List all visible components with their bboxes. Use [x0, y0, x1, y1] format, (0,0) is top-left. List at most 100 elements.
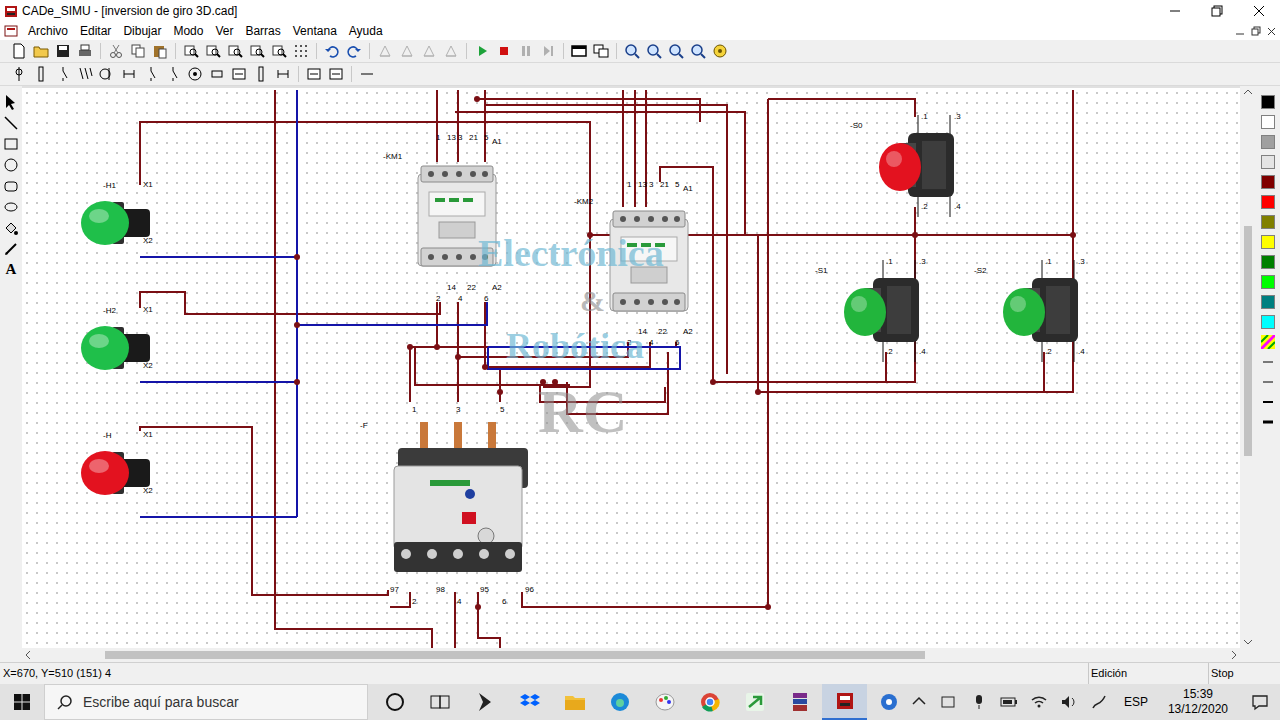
- toolbar-button[interactable]: [52, 64, 74, 84]
- toolbar-button[interactable]: [228, 64, 250, 84]
- tray-item[interactable]: [940, 693, 958, 711]
- toolbar-button[interactable]: [246, 41, 268, 61]
- toolbar-button[interactable]: [30, 64, 52, 84]
- toolbar-button[interactable]: [290, 41, 312, 61]
- taskbar-app[interactable]: [507, 684, 552, 720]
- toolbar-button[interactable]: [8, 41, 30, 61]
- toolbar-button[interactable]: [105, 41, 127, 61]
- toolbar-button[interactable]: [321, 41, 343, 61]
- toolbar-button[interactable]: [621, 41, 643, 61]
- toolbar-button[interactable]: [8, 64, 30, 84]
- pushbutton[interactable]: [878, 127, 958, 203]
- pushbutton[interactable]: [843, 272, 923, 348]
- color-swatch[interactable]: [1261, 195, 1275, 209]
- toolbar-button[interactable]: [471, 41, 493, 61]
- tool-button[interactable]: [2, 157, 20, 173]
- menu-item[interactable]: Editar: [74, 22, 117, 40]
- tray-item[interactable]: [1000, 693, 1018, 711]
- color-swatch[interactable]: [1261, 255, 1275, 269]
- toolbar-button[interactable]: [356, 64, 378, 84]
- toolbar-button[interactable]: [303, 64, 325, 84]
- toolbar-button[interactable]: [418, 41, 440, 61]
- tool-button[interactable]: [2, 136, 20, 152]
- tool-button[interactable]: [2, 199, 20, 215]
- toolbar-button[interactable]: [537, 41, 559, 61]
- toolbar-button[interactable]: [180, 41, 202, 61]
- tray-item[interactable]: [880, 693, 898, 711]
- color-swatch[interactable]: [1261, 215, 1275, 229]
- tool-button[interactable]: [2, 241, 20, 257]
- toolbar-button[interactable]: [709, 41, 731, 61]
- toolbar-button[interactable]: [343, 41, 365, 61]
- toolbar-button[interactable]: [493, 41, 515, 61]
- toolbar-button[interactable]: [96, 64, 118, 84]
- line-width-icon[interactable]: [1261, 395, 1275, 409]
- pilot-lamp[interactable]: [80, 447, 152, 499]
- pilot-lamp[interactable]: [80, 322, 152, 374]
- taskbar-app[interactable]: [642, 684, 687, 720]
- toolbar-button[interactable]: [590, 41, 612, 61]
- line-width-icon[interactable]: [1261, 355, 1275, 369]
- toolbar-button[interactable]: [118, 64, 140, 84]
- tool-button[interactable]: [2, 178, 20, 194]
- mdi-close-button[interactable]: [1264, 25, 1280, 37]
- line-width-icon[interactable]: [1261, 415, 1275, 429]
- color-swatch[interactable]: [1261, 275, 1275, 289]
- text-tool[interactable]: A: [6, 262, 17, 277]
- toolbar-button[interactable]: [184, 64, 206, 84]
- vertical-scrollbar[interactable]: [1240, 86, 1256, 648]
- tray-item[interactable]: [970, 693, 988, 711]
- scroll-thumb[interactable]: [1244, 226, 1252, 456]
- pushbutton[interactable]: [1002, 272, 1082, 348]
- taskbar-app[interactable]: [822, 684, 867, 720]
- tool-button[interactable]: [2, 220, 20, 236]
- toolbar-button[interactable]: [52, 41, 74, 61]
- toolbar-button[interactable]: [162, 64, 184, 84]
- toolbar-button[interactable]: [250, 64, 272, 84]
- color-swatch[interactable]: [1261, 295, 1275, 309]
- line-width-icon[interactable]: [1261, 375, 1275, 389]
- menu-item[interactable]: Modo: [167, 22, 209, 40]
- taskbar-app[interactable]: [372, 684, 417, 720]
- taskbar-app[interactable]: [597, 684, 642, 720]
- menu-item[interactable]: Ver: [209, 22, 239, 40]
- toolbar-button[interactable]: [224, 41, 246, 61]
- toolbar-button[interactable]: [149, 41, 171, 61]
- mdi-restore-button[interactable]: [1248, 25, 1264, 37]
- color-swatch[interactable]: [1261, 235, 1275, 249]
- menu-item[interactable]: Dibujar: [117, 22, 167, 40]
- taskbar-app[interactable]: [417, 684, 462, 720]
- toolbar-button[interactable]: [440, 41, 462, 61]
- color-swatch[interactable]: [1261, 175, 1275, 189]
- tray-item[interactable]: [1090, 693, 1108, 711]
- taskbar-app[interactable]: [462, 684, 507, 720]
- language-indicator[interactable]: ESP: [1120, 693, 1152, 711]
- taskbar-app[interactable]: [552, 684, 597, 720]
- toolbar-button[interactable]: [665, 41, 687, 61]
- minimize-button[interactable]: [1154, 0, 1196, 22]
- toolbar-button[interactable]: [74, 64, 96, 84]
- tool-button[interactable]: [2, 94, 20, 110]
- start-button[interactable]: [0, 684, 44, 720]
- toolbar-button[interactable]: [127, 41, 149, 61]
- toolbar-button[interactable]: [396, 41, 418, 61]
- color-swatch[interactable]: [1261, 115, 1275, 129]
- drawing-canvas[interactable]: -H1X1X2-H2X1X2-HX1X2-KM11133215A12144226…: [22, 86, 1240, 648]
- overload-relay[interactable]: [390, 422, 532, 578]
- taskbar-app[interactable]: [687, 684, 732, 720]
- color-swatch[interactable]: [1261, 155, 1275, 169]
- toolbar-button[interactable]: [325, 64, 347, 84]
- pilot-lamp[interactable]: [80, 197, 152, 249]
- toolbar-button[interactable]: [374, 41, 396, 61]
- menu-item[interactable]: Archivo: [22, 22, 74, 40]
- tray-item[interactable]: [1030, 693, 1048, 711]
- tray-item[interactable]: [910, 693, 928, 711]
- taskbar-search[interactable]: Escribe aquí para buscar: [44, 684, 368, 720]
- toolbar-button[interactable]: [30, 41, 52, 61]
- toolbar-button[interactable]: [74, 41, 96, 61]
- menu-item[interactable]: Barras: [239, 22, 286, 40]
- pattern-swatch-icon[interactable]: [1261, 335, 1275, 349]
- toolbar-button[interactable]: [268, 41, 290, 61]
- menu-item[interactable]: Ayuda: [343, 22, 389, 40]
- menu-item[interactable]: Ventana: [287, 22, 343, 40]
